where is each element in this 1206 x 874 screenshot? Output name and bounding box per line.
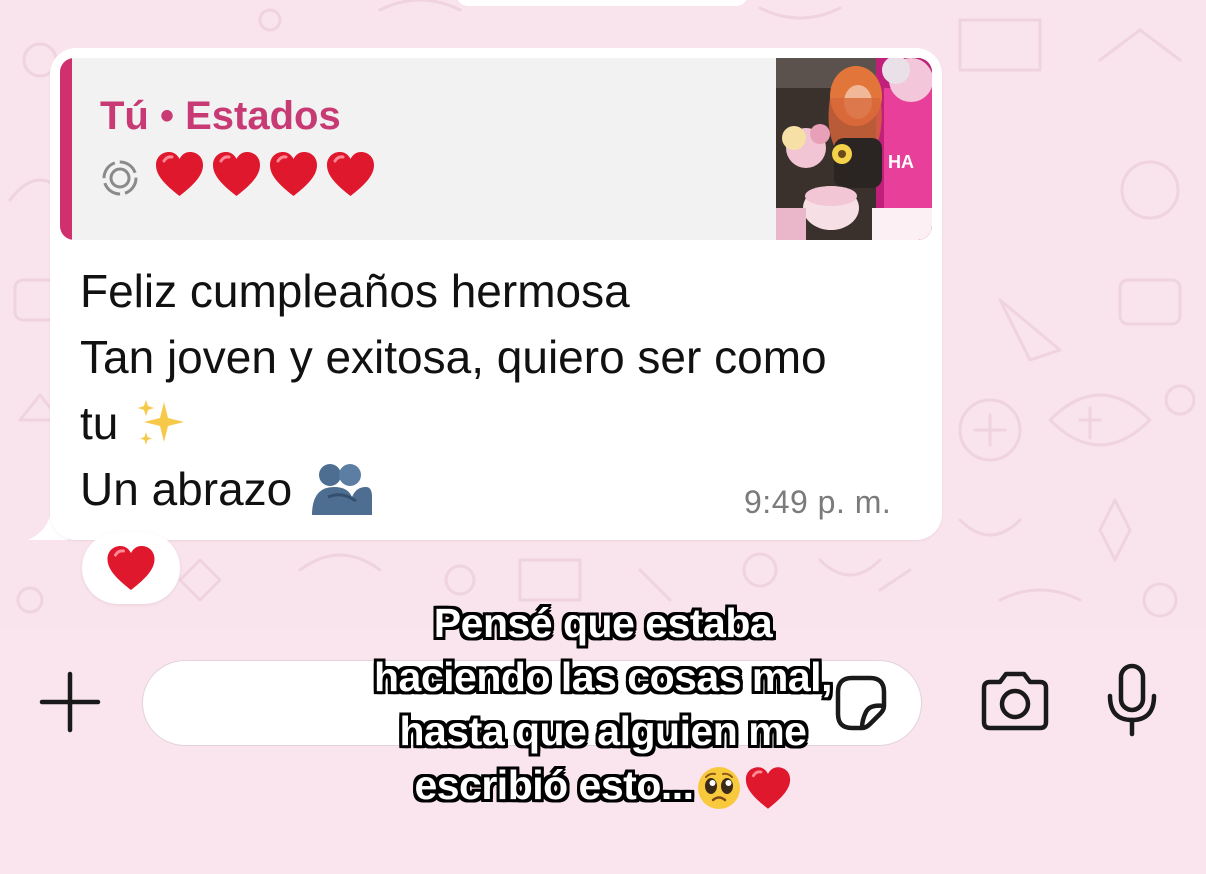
status-thumbnail-image: HA [776,58,932,240]
overlay-caption: Pensé que estaba haciendo las cosas mal,… [300,596,906,812]
message-timestamp: 9:49 p. m. [744,484,892,520]
red-heart-icon [745,767,790,809]
message-body: Feliz cumpleaños hermosa Tan joven y exi… [80,258,920,522]
previous-bubble-edge [456,0,748,6]
svg-text:HA: HA [888,152,914,172]
caption-emojis [696,765,792,811]
caption-line: Pensé que estaba [433,600,773,646]
quote-accent-bar [60,58,72,240]
status-ring-icon [102,160,138,196]
heart-icon [270,152,317,196]
quote-author: Tú • Estados [100,94,341,138]
message-line: Tan joven y exitosa, quiero ser como [80,331,827,383]
sparkles-icon [138,400,185,445]
reaction-pill[interactable] [82,532,180,604]
heart-icon [327,152,374,196]
message-line: Feliz cumpleaños hermosa [80,265,630,317]
message-line: tu [80,390,920,456]
people-hugging-icon [312,464,373,515]
quoted-status[interactable]: Tú • Estados HA [60,58,932,240]
caption-line: hasta que alguien me [399,708,807,754]
heart-icon [156,152,203,196]
caption-line: haciendo las cosas mal, [374,654,832,700]
pleading-face-icon [697,767,740,810]
caption-line: escribió esto... [300,758,906,812]
microphone-icon[interactable] [1104,662,1160,738]
red-heart-icon [107,546,155,590]
heart-icon [213,152,260,196]
camera-icon[interactable] [978,670,1052,732]
plus-icon[interactable] [38,670,102,734]
quote-hearts [154,150,376,206]
